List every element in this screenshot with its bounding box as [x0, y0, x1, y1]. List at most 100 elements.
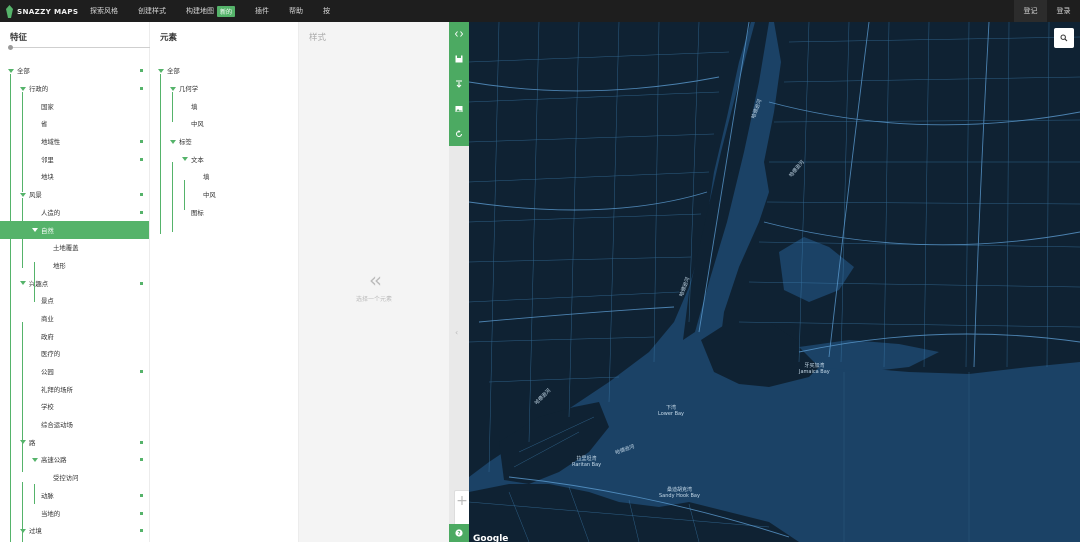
reset-button[interactable]	[449, 122, 469, 146]
caret-down-icon[interactable]	[20, 528, 26, 533]
save-icon	[455, 55, 463, 63]
element-item-row[interactable]: 标签	[150, 133, 298, 151]
styled-indicator	[140, 370, 143, 374]
feature-item-label: 动脉	[41, 491, 54, 500]
feature-item-label: 人造的	[41, 208, 61, 217]
feature-item-label: 当地的	[41, 509, 61, 518]
tree-guide-line	[10, 74, 11, 542]
collapse-arrow-icon[interactable]: ‹	[455, 328, 458, 337]
caret-down-icon[interactable]	[20, 440, 26, 445]
refresh-icon	[456, 130, 462, 137]
map-label-sandy-hook-bay: 桑迪胡克湾 Sandy Hook Bay	[659, 487, 700, 499]
download-button[interactable]	[449, 72, 469, 96]
map-label-lower-bay: 下湾 Lower Bay	[658, 405, 684, 417]
tools-strip: ‹ + ?	[449, 22, 470, 542]
caret-down-icon[interactable]	[20, 281, 26, 286]
nav-by[interactable]: 按	[323, 0, 330, 22]
styles-title: 样式	[309, 33, 327, 43]
nav-explore-label: 探索风格	[90, 7, 118, 15]
feature-item-label: 高速公路	[41, 456, 67, 465]
features-tree: 全部 行政的 国家省地域性 邻里 地块 风景 人造的 自然 土地覆盖 地形 兴趣点 景点 商业 政府 医疗的…	[0, 62, 149, 542]
download-icon	[456, 80, 462, 88]
styled-indicator	[140, 281, 143, 285]
google-attribution: Google	[473, 534, 509, 542]
auth-nav: 登记 登录	[1014, 0, 1080, 22]
search-icon	[1060, 34, 1068, 42]
styled-indicator	[140, 140, 143, 144]
element-item-label: 中风	[191, 120, 204, 129]
feature-item-label: 公园	[41, 368, 54, 377]
tree-guide-line	[184, 180, 185, 210]
nav-plugins[interactable]: 插件	[255, 0, 269, 22]
feature-item-label: 自然	[41, 226, 54, 235]
tree-guide-line	[172, 92, 173, 122]
feature-item-label: 邻里	[41, 155, 54, 164]
step-progress	[8, 45, 163, 50]
element-item-label: 标签	[179, 138, 192, 147]
feature-item-label: 国家	[41, 102, 54, 111]
feature-item-label: 风景	[29, 191, 42, 200]
feature-item-label: 全部	[17, 67, 30, 76]
save-button[interactable]	[449, 47, 469, 71]
tree-guide-line	[22, 322, 23, 472]
tree-guide-line	[22, 198, 23, 268]
feature-item-label: 省	[41, 120, 48, 129]
feature-item-label: 兴趣点	[29, 279, 49, 288]
styled-indicator	[140, 493, 143, 497]
tool-bar	[449, 22, 469, 146]
brand-logo-icon	[6, 4, 13, 18]
caret-down-icon[interactable]	[170, 139, 176, 144]
feature-item-row[interactable]: 兴趣点	[0, 274, 149, 292]
caret-down-icon[interactable]	[32, 457, 38, 462]
caret-down-icon[interactable]	[182, 157, 188, 162]
code-button[interactable]	[449, 22, 469, 46]
image-icon	[455, 106, 463, 112]
map-search-button[interactable]	[1054, 28, 1074, 48]
code-icon	[455, 31, 463, 37]
nav-explore[interactable]: 探索风格	[90, 0, 118, 22]
feature-item-label: 医疗的	[41, 350, 61, 359]
tree-guide-line	[172, 162, 173, 232]
caret-down-icon[interactable]	[8, 68, 14, 73]
styled-indicator	[140, 193, 143, 197]
map-label-raritan-bay-en: Raritan Bay	[572, 462, 602, 468]
caret-down-icon[interactable]	[20, 192, 26, 197]
brand[interactable]: SNAZZY MAPS	[0, 0, 90, 22]
caret-down-icon[interactable]	[32, 228, 38, 233]
feature-item-label: 土地覆盖	[53, 244, 79, 253]
caret-down-icon[interactable]	[170, 86, 176, 91]
nav-plugins-label: 插件	[255, 7, 270, 15]
styled-indicator	[140, 458, 143, 462]
zoom-in-button[interactable]: +	[455, 491, 469, 511]
nav-help[interactable]: 帮助	[289, 0, 303, 22]
new-badge: 新的	[217, 5, 236, 17]
image-button[interactable]	[449, 97, 469, 121]
feature-item-label: 受控访问	[53, 474, 79, 483]
svg-text:?: ?	[457, 531, 460, 537]
element-item-row[interactable]: 全部	[150, 62, 298, 80]
feature-item-label: 行政的	[29, 85, 49, 94]
features-title: 特征	[10, 33, 28, 43]
nav-build-map[interactable]: 构建地图 新的	[186, 0, 236, 22]
map-label-jamaica-bay: 牙买加湾 Jamaica Bay	[799, 363, 830, 375]
caret-down-icon[interactable]	[158, 68, 164, 73]
feature-item-row[interactable]: 景点	[0, 292, 149, 310]
styled-indicator	[140, 511, 143, 515]
login-button[interactable]: 登录	[1047, 0, 1080, 22]
tree-guide-line	[22, 482, 23, 542]
help-button[interactable]: ?	[449, 524, 469, 542]
nav-create[interactable]: 创建样式	[138, 0, 166, 22]
map-view[interactable]: 哈德逊河 哈德逊河 哈德逊河 哈德逊河 牙买加湾 Jamaica Bay 下湾 …	[469, 22, 1080, 542]
map-label-lower-bay-en: Lower Bay	[658, 411, 685, 417]
register-button[interactable]: 登记	[1014, 0, 1047, 22]
double-chevron-left-icon: ‹‹	[369, 268, 382, 292]
element-item-label: 填	[191, 102, 198, 111]
feature-item-label: 学校	[41, 403, 54, 412]
nav-build-map-label: 构建地图	[186, 7, 214, 15]
feature-item-label: 地形	[53, 261, 66, 270]
step-dot-1[interactable]	[8, 45, 13, 50]
caret-down-icon[interactable]	[20, 86, 26, 91]
element-item-label: 文本	[191, 155, 204, 164]
feature-item-row[interactable]: 全部	[0, 62, 149, 80]
map-canvas[interactable]	[469, 22, 1080, 542]
